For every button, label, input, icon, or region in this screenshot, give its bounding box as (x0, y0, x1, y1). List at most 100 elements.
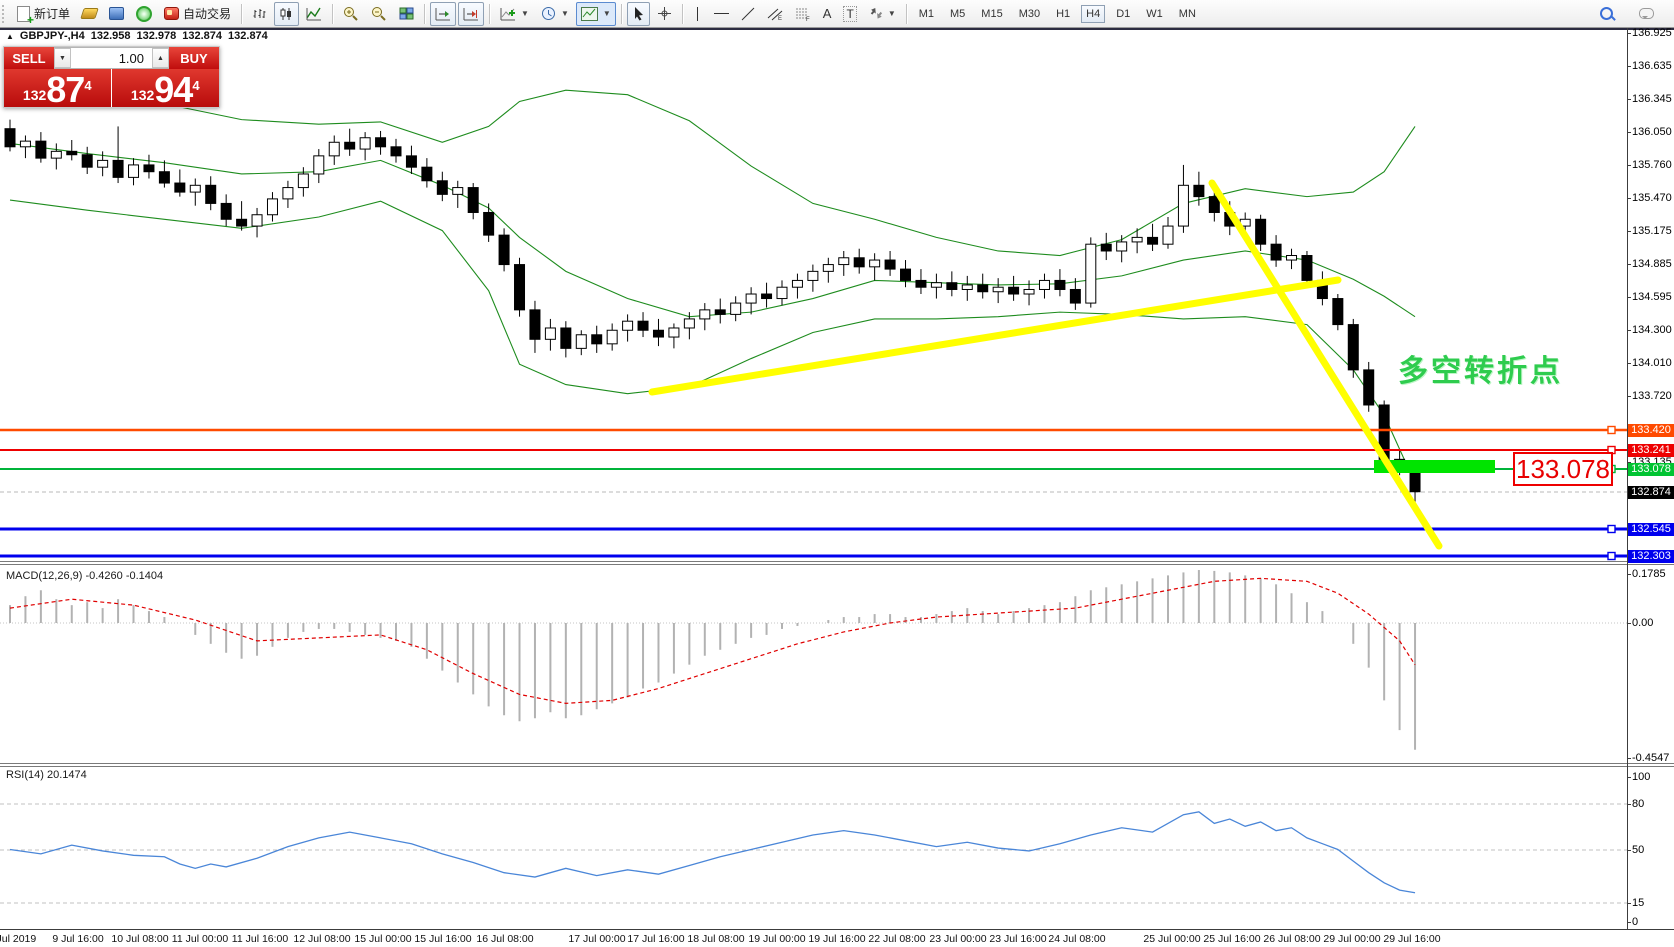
sell-price-base: 132 (23, 85, 46, 105)
timeframe-d1[interactable]: D1 (1111, 5, 1135, 23)
price-tag-133.241: 133.241 (1628, 444, 1674, 457)
chart-window[interactable] (0, 28, 1674, 947)
rsi-panel-splitter[interactable] (0, 763, 1674, 767)
sell-button[interactable]: SELL (4, 47, 54, 69)
sell-price-point: 4 (84, 69, 91, 103)
chat-button[interactable] (1634, 2, 1659, 26)
timeframe-h4[interactable]: H4 (1081, 5, 1105, 23)
auto-scroll-button[interactable] (430, 2, 456, 26)
time-axis-label: 25 Jul 00:00 (1143, 933, 1200, 945)
axis-tick (1627, 99, 1631, 100)
macd-panel-splitter[interactable] (0, 561, 1674, 565)
new-order-button[interactable]: + 新订单 (12, 2, 75, 26)
zoom-out-button[interactable] (366, 2, 392, 26)
time-axis-label: 15 Jul 16:00 (414, 933, 471, 945)
arrows-tool-button[interactable]: ▼ (864, 2, 901, 26)
volume-increase-button[interactable]: ▲ (152, 48, 169, 68)
timeframe-m5[interactable]: M5 (945, 5, 970, 23)
mt4-terminal: + 新订单 自动交易 (0, 0, 1674, 947)
volume-decrease-button[interactable]: ▼ (54, 48, 71, 68)
candlestick-button[interactable] (274, 2, 299, 26)
chat-icon (1639, 8, 1654, 19)
chevron-down-icon: ▼ (888, 9, 896, 18)
timeframe-h1[interactable]: H1 (1051, 5, 1075, 23)
ohlc-high: 132.978 (137, 30, 177, 42)
axis-tick-label: 100 (1632, 771, 1650, 783)
autotrade-button[interactable]: 自动交易 (159, 2, 236, 26)
indicators-button[interactable]: ▼ (495, 2, 534, 26)
timeframe-w1[interactable]: W1 (1141, 5, 1168, 23)
label-tool-button[interactable]: T (838, 2, 861, 26)
editor-icon (109, 7, 124, 20)
price-tag-132.874: 132.874 (1628, 486, 1674, 499)
rsi-label: RSI(14) 20.1474 (6, 769, 87, 781)
trendline-tool-button[interactable] (736, 2, 760, 26)
buy-price[interactable]: 132 94 4 (112, 69, 220, 107)
axis-tick-label: 134.300 (1632, 324, 1672, 336)
new-order-icon: + (17, 6, 30, 22)
toolbar-separator (621, 4, 622, 24)
ohlc-low: 132.874 (182, 30, 222, 42)
crosshair-tool-button[interactable] (652, 2, 677, 26)
metaeditor-button[interactable] (104, 2, 129, 26)
tile-windows-icon (399, 7, 414, 21)
zoom-in-button[interactable] (338, 2, 364, 26)
periods-button[interactable]: ▼ (536, 2, 574, 26)
buy-price-base: 132 (131, 85, 154, 105)
price-tag-132.545: 132.545 (1628, 523, 1674, 536)
timeframe-m1[interactable]: M1 (914, 5, 939, 23)
axis-tick-label: -0.4547 (1632, 752, 1669, 764)
axis-tick-label: 135.470 (1632, 192, 1672, 204)
bar-chart-button[interactable] (247, 2, 272, 26)
axis-tick (1627, 574, 1631, 575)
price-tag-133.420: 133.420 (1628, 424, 1674, 437)
axis-tick (1627, 231, 1631, 232)
tile-windows-button[interactable] (394, 2, 419, 26)
axis-tick (1627, 66, 1631, 67)
volume-value[interactable]: 1.00 (71, 48, 152, 68)
one-click-trade-panel: SELL ▼ 1.00 ▲ BUY 132 87 4 132 94 4 (3, 46, 220, 108)
time-axis-label: 16 Jul 08:00 (476, 933, 533, 945)
styler-button[interactable] (77, 2, 102, 26)
toolbar-grip[interactable] (2, 5, 9, 23)
channel-tool-button[interactable]: E (762, 2, 788, 26)
timeframe-m15[interactable]: M15 (976, 5, 1007, 23)
timeframe-mn[interactable]: MN (1174, 5, 1201, 23)
signals-button[interactable] (131, 2, 157, 26)
templates-button[interactable]: ▼ (576, 2, 616, 26)
text-tool-button[interactable]: A (818, 2, 837, 26)
chevron-down-icon: ▼ (561, 9, 569, 18)
toolbar-separator (424, 4, 425, 24)
auto-scroll-icon (435, 7, 451, 21)
search-button[interactable] (1595, 2, 1618, 26)
axis-tick (1627, 198, 1631, 199)
hline-tool-button[interactable] (709, 2, 734, 26)
ohlc-open: 132.958 (91, 30, 131, 42)
line-chart-button[interactable] (301, 2, 327, 26)
sell-price[interactable]: 132 87 4 (4, 69, 112, 107)
timeframe-m30[interactable]: M30 (1014, 5, 1045, 23)
time-axis-label: 10 Jul 08:00 (111, 933, 168, 945)
vline-tool-button[interactable] (688, 2, 707, 26)
time-axis-border (0, 929, 1674, 930)
new-order-label: 新订单 (34, 5, 70, 22)
collapse-triangle-icon[interactable]: ▲ (6, 32, 14, 41)
toolbar-separator (332, 4, 333, 24)
axis-tick (1627, 297, 1631, 298)
axis-tick-label: 80 (1632, 798, 1644, 810)
chart-shift-button[interactable] (458, 2, 484, 26)
cn-annotation-text[interactable]: 多空转折点 (1398, 346, 1563, 390)
time-axis-label: 17 Jul 00:00 (568, 933, 625, 945)
svg-text:E: E (778, 16, 782, 21)
price-callout-box[interactable]: 133.078 (1513, 452, 1613, 486)
toolbar-separator (241, 4, 242, 24)
buy-button[interactable]: BUY (169, 47, 219, 69)
fibonacci-tool-button[interactable]: F (790, 2, 816, 26)
time-axis-label: 11 Jul 16:00 (232, 933, 288, 945)
toolbar-separator (489, 4, 490, 24)
axis-tick (1627, 922, 1631, 923)
time-axis-label: 22 Jul 08:00 (868, 933, 925, 945)
axis-tick (1627, 330, 1631, 331)
cursor-tool-button[interactable] (627, 2, 650, 26)
timeframe-group: M1 M5 M15 M30 H1 H4 D1 W1 MN (911, 5, 1204, 23)
